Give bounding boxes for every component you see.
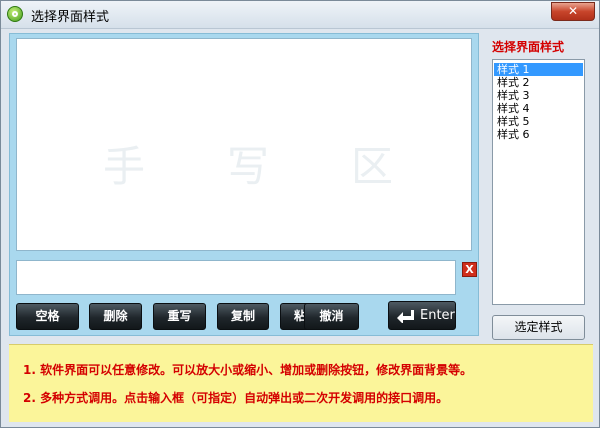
title-bar: 选择界面样式 ✕ [1,1,599,29]
style-list-item[interactable]: 样式 6 [494,128,583,141]
watermark-char-2: 写 [227,142,270,191]
enter-button[interactable]: Enter [388,301,456,330]
watermark-char-1: 手 [103,142,146,191]
select-style-button[interactable]: 选定样式 [492,315,585,340]
rewrite-button[interactable]: 重写 [153,303,206,330]
delete-button[interactable]: 删除 [89,303,142,330]
style-list[interactable]: 样式 1 样式 2 样式 3 样式 4 样式 5 样式 6 [492,59,585,305]
enter-arrow-icon [397,310,414,323]
input-panel: 手 写 区 X 空格 删除 重写 复制 粘贴 撤消 Enter [9,33,479,336]
window-title: 选择界面样式 [31,10,110,25]
info-line-2: 2. 多种方式调用。点击输入框（可指定）自动弹出或二次开发调用的接口调用。 [23,391,449,405]
enter-label: Enter [420,308,455,323]
app-window: 选择界面样式 ✕ 手 写 区 X 空格 删除 重写 复制 粘贴 撤消 En [0,0,600,428]
text-input-field[interactable] [16,260,456,295]
space-button[interactable]: 空格 [16,303,79,330]
watermark-char-3: 区 [351,142,394,191]
info-line-1: 1. 软件界面可以任意修改。可以放大小或缩小、增加或删除按钮，修改界面背景等。 [23,363,473,377]
style-list-item[interactable]: 样式 5 [494,115,583,128]
style-list-item[interactable]: 样式 1 [494,63,583,76]
style-list-item[interactable]: 样式 3 [494,89,583,102]
handwriting-area[interactable]: 手 写 区 [16,38,472,251]
style-list-item[interactable]: 样式 2 [494,76,583,89]
copy-button[interactable]: 复制 [217,303,269,330]
undo-button[interactable]: 撤消 [304,303,359,330]
clear-input-button[interactable]: X [462,262,477,277]
close-button[interactable]: ✕ [551,2,595,21]
style-list-title: 选择界面样式 [492,40,565,54]
app-logo-icon [7,6,23,22]
style-list-item[interactable]: 样式 4 [494,102,583,115]
info-bar: 1. 软件界面可以任意修改。可以放大小或缩小、增加或删除按钮，修改界面背景等。 … [9,344,593,422]
